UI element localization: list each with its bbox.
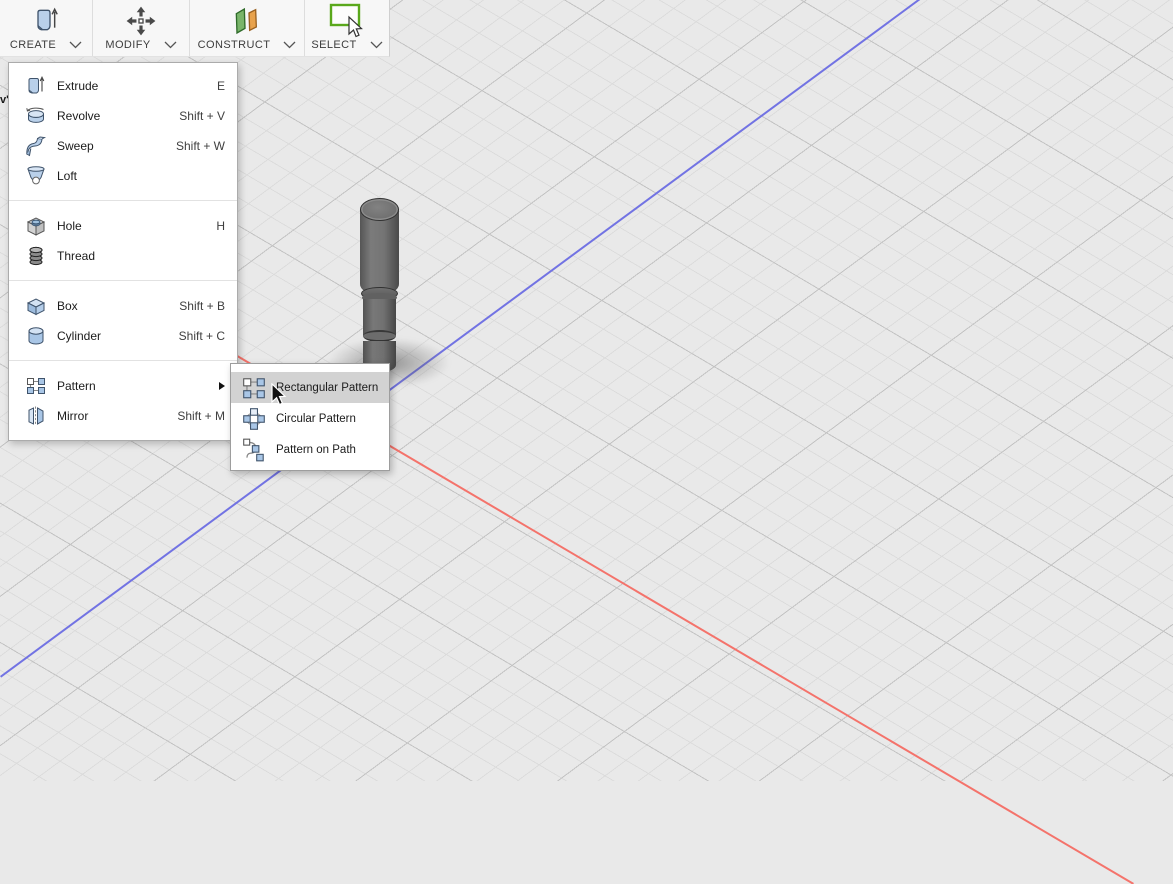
mirror-icon <box>23 404 49 428</box>
chevron-down-icon[interactable] <box>283 41 296 49</box>
submenu-item-pattern-on-path[interactable]: Pattern on Path <box>231 434 389 465</box>
box-icon <box>23 294 49 318</box>
toolbar-label-construct: CONSTRUCT <box>197 39 271 51</box>
create-dropdown-menu: Extrude E Revolve Shift + V Sweep Shift … <box>8 62 238 441</box>
pattern-icon <box>23 374 49 398</box>
toolbar-label-modify: MODIFY <box>105 39 151 51</box>
toolbar-group-select[interactable]: SELECT <box>304 0 389 56</box>
clipped-edge-text: v' <box>0 94 8 106</box>
thread-icon <box>23 244 49 268</box>
menu-item-thread[interactable]: Thread <box>9 241 237 271</box>
menu-item-extrude[interactable]: Extrude E <box>9 71 237 101</box>
select-icon <box>327 3 367 39</box>
toolbar-group-modify[interactable]: MODIFY <box>92 0 189 56</box>
toolbar-group-construct[interactable]: CONSTRUCT <box>189 0 304 56</box>
create-icon <box>29 3 63 39</box>
menu-item-revolve[interactable]: Revolve Shift + V <box>9 101 237 131</box>
cylinder-top-face[interactable] <box>360 198 399 221</box>
submenu-item-circular-pattern[interactable]: Circular Pattern <box>231 403 389 434</box>
menu-item-mirror[interactable]: Mirror Shift + M <box>9 401 237 431</box>
mouse-cursor-icon <box>271 383 287 406</box>
construct-icon <box>230 3 264 39</box>
chevron-down-icon[interactable] <box>370 41 383 49</box>
chevron-down-icon[interactable] <box>69 41 82 49</box>
ribbon-toolbar: CREATE MODIFY CONSTRUCT SELECT <box>0 0 390 57</box>
sweep-icon <box>23 134 49 158</box>
cylinder-icon <box>23 324 49 348</box>
circular-pattern-icon <box>240 406 267 432</box>
modify-icon <box>124 3 158 39</box>
toolbar-label-create: CREATE <box>9 39 57 51</box>
menu-item-sweep[interactable]: Sweep Shift + W <box>9 131 237 161</box>
pattern-submenu: Rectangular Pattern Circular Pattern Pat… <box>230 363 390 471</box>
menu-item-loft[interactable]: Loft <box>9 161 237 191</box>
submenu-arrow-icon <box>219 382 225 390</box>
chevron-down-icon[interactable] <box>164 41 177 49</box>
menu-separator <box>9 360 237 361</box>
menu-item-box[interactable]: Box Shift + B <box>9 291 237 321</box>
menu-item-hole[interactable]: Hole H <box>9 211 237 241</box>
revolve-icon <box>23 104 49 128</box>
pattern-on-path-icon <box>240 437 267 463</box>
cylinder-upper-body[interactable] <box>360 209 399 295</box>
toolbar-group-create[interactable]: CREATE <box>0 0 92 56</box>
menu-separator <box>9 200 237 201</box>
rectangular-pattern-icon <box>240 375 267 401</box>
extrude-icon <box>23 74 49 98</box>
loft-icon <box>23 164 49 188</box>
submenu-item-rectangular-pattern[interactable]: Rectangular Pattern <box>231 372 389 403</box>
toolbar-label-select: SELECT <box>311 39 357 51</box>
hole-icon <box>23 214 49 238</box>
menu-item-pattern[interactable]: Pattern <box>9 371 237 401</box>
menu-item-cylinder[interactable]: Cylinder Shift + C <box>9 321 237 351</box>
menu-separator <box>9 280 237 281</box>
